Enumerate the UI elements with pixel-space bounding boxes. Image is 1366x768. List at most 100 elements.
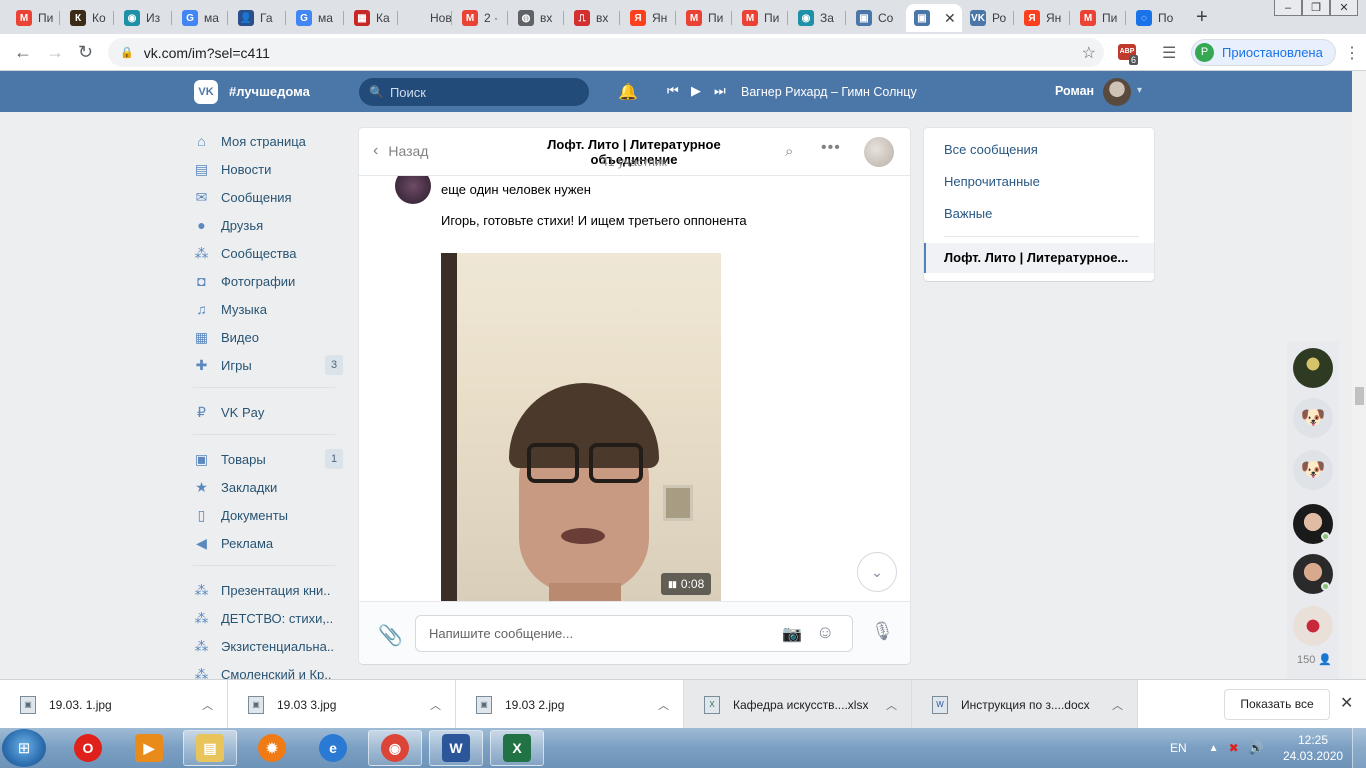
taskbar-settings[interactable]: ✹ bbox=[245, 730, 299, 766]
microphone-icon[interactable]: 🎙 bbox=[871, 621, 894, 642]
back-button[interactable]: ‹ Назад bbox=[373, 142, 428, 160]
message-input[interactable] bbox=[429, 626, 769, 641]
search-icon[interactable]: ⌕ bbox=[785, 143, 793, 160]
message-history[interactable]: еще один человек нужен Игорь, готовьте с… bbox=[359, 176, 910, 601]
taskbar-chrome[interactable]: ◉ bbox=[368, 730, 422, 766]
reload-icon[interactable]: ↻ bbox=[78, 42, 93, 63]
filter-important[interactable]: Важные bbox=[944, 206, 992, 221]
friend-avatar[interactable] bbox=[1293, 348, 1333, 388]
sidebar-item[interactable]: ⁂ ДЕТСТВО: стихи,.. bbox=[193, 604, 345, 632]
sidebar-item[interactable]: ⁂ Смоленский и Кр.. bbox=[193, 660, 345, 680]
address-bar[interactable]: 🔒 vk.com/im?sel=c411 ☆ bbox=[108, 38, 1104, 67]
download-item[interactable]: ▣ 19.03. 1.jpg ︿ bbox=[0, 680, 228, 729]
chevron-up-icon[interactable]: ︿ bbox=[202, 697, 213, 713]
browser-tab[interactable]: ▣ ✕ bbox=[906, 4, 962, 32]
browser-tab[interactable]: M Пи bbox=[8, 4, 60, 32]
start-button[interactable]: ⊞ bbox=[2, 729, 46, 767]
taskbar-word[interactable]: W bbox=[429, 730, 483, 766]
show-all-downloads-button[interactable]: Показать все bbox=[1224, 689, 1330, 720]
taskbar-excel[interactable]: X bbox=[490, 730, 544, 766]
close-icon[interactable]: ✕ bbox=[1340, 693, 1353, 713]
browser-tab[interactable]: Я Ян bbox=[622, 4, 674, 32]
sidebar-item[interactable]: ✉ Сообщения bbox=[193, 183, 345, 211]
sidebar-item[interactable]: ⌂ Моя страница bbox=[193, 127, 345, 155]
download-item[interactable]: ▣ 19.03 3.jpg ︿ bbox=[228, 680, 456, 729]
taskbar-opera[interactable]: O bbox=[61, 730, 115, 766]
friends-count[interactable]: 150 👤 bbox=[1297, 653, 1332, 666]
chevron-up-icon[interactable]: ︿ bbox=[658, 697, 669, 713]
next-track-icon[interactable]: ⏭ bbox=[714, 83, 726, 99]
browser-tab[interactable]: VK Ро bbox=[962, 4, 1014, 32]
browser-tab[interactable]: ◌ По bbox=[1128, 4, 1180, 32]
message-input-box[interactable]: 📷 ☺ bbox=[415, 615, 853, 652]
browser-tab[interactable]: ▣ Со bbox=[848, 4, 900, 32]
sidebar-item[interactable]: ♫ Музыка bbox=[193, 295, 345, 323]
media-control-icon[interactable]: ☰ bbox=[1162, 43, 1176, 63]
video-message[interactable]: ▮▮ 0:08 bbox=[441, 253, 721, 601]
sender-avatar[interactable] bbox=[395, 176, 431, 204]
download-item[interactable]: W Инструкция по з....docx ︿ bbox=[912, 680, 1138, 729]
taskbar-internet-explorer[interactable]: e bbox=[306, 730, 360, 766]
active-conversation[interactable]: Лофт. Лито | Литературное... bbox=[924, 243, 1154, 273]
browser-tab[interactable]: M Пи bbox=[678, 4, 730, 32]
friend-avatar[interactable] bbox=[1293, 606, 1333, 646]
language-indicator[interactable]: EN bbox=[1170, 741, 1187, 755]
sidebar-item[interactable]: ● Друзья bbox=[193, 211, 345, 239]
browser-tab[interactable]: Gма bbox=[288, 4, 340, 32]
chat-members-count[interactable]: 41 участник bbox=[509, 155, 759, 169]
sidebar-item[interactable]: ◀ Реклама bbox=[193, 529, 345, 557]
sidebar-item[interactable]: ✚ Игры 3 bbox=[193, 351, 345, 379]
browser-tab[interactable]: Новая bbox=[400, 4, 452, 32]
sidebar-item[interactable]: ▣ Товары 1 bbox=[193, 445, 345, 473]
restore-button[interactable]: ❐ bbox=[1302, 0, 1330, 16]
play-icon[interactable]: ▶ bbox=[691, 83, 701, 99]
taskbar-media-player[interactable]: ▶ bbox=[122, 730, 176, 766]
friend-avatar-default-icon[interactable]: 🐶 bbox=[1293, 450, 1333, 490]
emoji-icon[interactable]: ☺ bbox=[816, 622, 834, 643]
browser-tab[interactable]: Я Ян bbox=[1016, 4, 1068, 32]
browser-tab[interactable]: 👤 Га bbox=[230, 4, 282, 32]
browser-tab[interactable]: M Пи bbox=[734, 4, 786, 32]
filter-unread[interactable]: Непрочитанные bbox=[944, 174, 1040, 189]
sidebar-item[interactable]: ⁂ Презентация кни.. bbox=[193, 576, 345, 604]
browser-tab[interactable]: M 2 · bbox=[454, 4, 506, 32]
scrollbar-thumb[interactable] bbox=[1355, 387, 1364, 405]
volume-icon[interactable]: 🔊 bbox=[1249, 741, 1264, 755]
browser-tab[interactable]: ◍ вх bbox=[510, 4, 562, 32]
sidebar-item[interactable]: ⁂ Экзистенциальна.. bbox=[193, 632, 345, 660]
download-item[interactable]: X Кафедра искусств....xlsx ︿ bbox=[684, 680, 912, 729]
clock[interactable]: 12:25 24.03.2020 bbox=[1283, 732, 1343, 764]
chevron-up-icon[interactable]: ︿ bbox=[886, 697, 897, 713]
bookmark-star-icon[interactable]: ☆ bbox=[1082, 43, 1096, 63]
url-text[interactable]: vk.com/im?sel=c411 bbox=[144, 45, 270, 61]
sidebar-item[interactable]: ★ Закладки bbox=[193, 473, 345, 501]
sidebar-item[interactable]: ₽ VK Pay bbox=[193, 398, 345, 426]
new-tab-button[interactable]: + bbox=[1196, 6, 1208, 29]
forward-arrow-icon[interactable]: → bbox=[46, 42, 64, 63]
sidebar-item[interactable]: ⁂ Сообщества bbox=[193, 239, 345, 267]
taskbar-explorer[interactable]: ▤ bbox=[183, 730, 237, 766]
attach-paperclip-icon[interactable]: 📎 bbox=[378, 623, 403, 648]
sidebar-item[interactable]: ◘ Фотографии bbox=[193, 267, 345, 295]
notifications-bell-icon[interactable]: 🔔 bbox=[618, 82, 638, 102]
user-avatar[interactable] bbox=[1103, 78, 1131, 106]
lock-icon[interactable]: 🔒 bbox=[120, 46, 134, 59]
network-icon[interactable]: ✖ bbox=[1229, 741, 1239, 755]
browser-tab[interactable]: К Ко bbox=[62, 4, 114, 32]
show-desktop-button[interactable] bbox=[1352, 728, 1366, 768]
chevron-up-icon[interactable]: ︿ bbox=[1112, 697, 1123, 713]
user-name[interactable]: Роман bbox=[1055, 84, 1094, 98]
search-input[interactable] bbox=[389, 84, 580, 100]
browser-menu-icon[interactable]: ⋮ bbox=[1344, 43, 1360, 63]
close-window-button[interactable]: ✕ bbox=[1330, 0, 1358, 16]
close-tab-icon[interactable]: ✕ bbox=[944, 10, 956, 27]
page-scrollbar[interactable] bbox=[1352, 71, 1366, 679]
browser-tab[interactable]: ▦ Ка bbox=[346, 4, 398, 32]
previous-track-icon[interactable]: ⏮ bbox=[667, 83, 679, 99]
sidebar-item[interactable]: ▤ Новости bbox=[193, 155, 345, 183]
vk-search[interactable]: 🔍 bbox=[359, 78, 589, 106]
camera-icon[interactable]: 📷 bbox=[782, 624, 802, 644]
vk-logo-icon[interactable]: VK bbox=[194, 80, 218, 104]
vk-tagline[interactable]: #лучшедома bbox=[229, 84, 310, 99]
minimize-button[interactable]: – bbox=[1274, 0, 1302, 16]
